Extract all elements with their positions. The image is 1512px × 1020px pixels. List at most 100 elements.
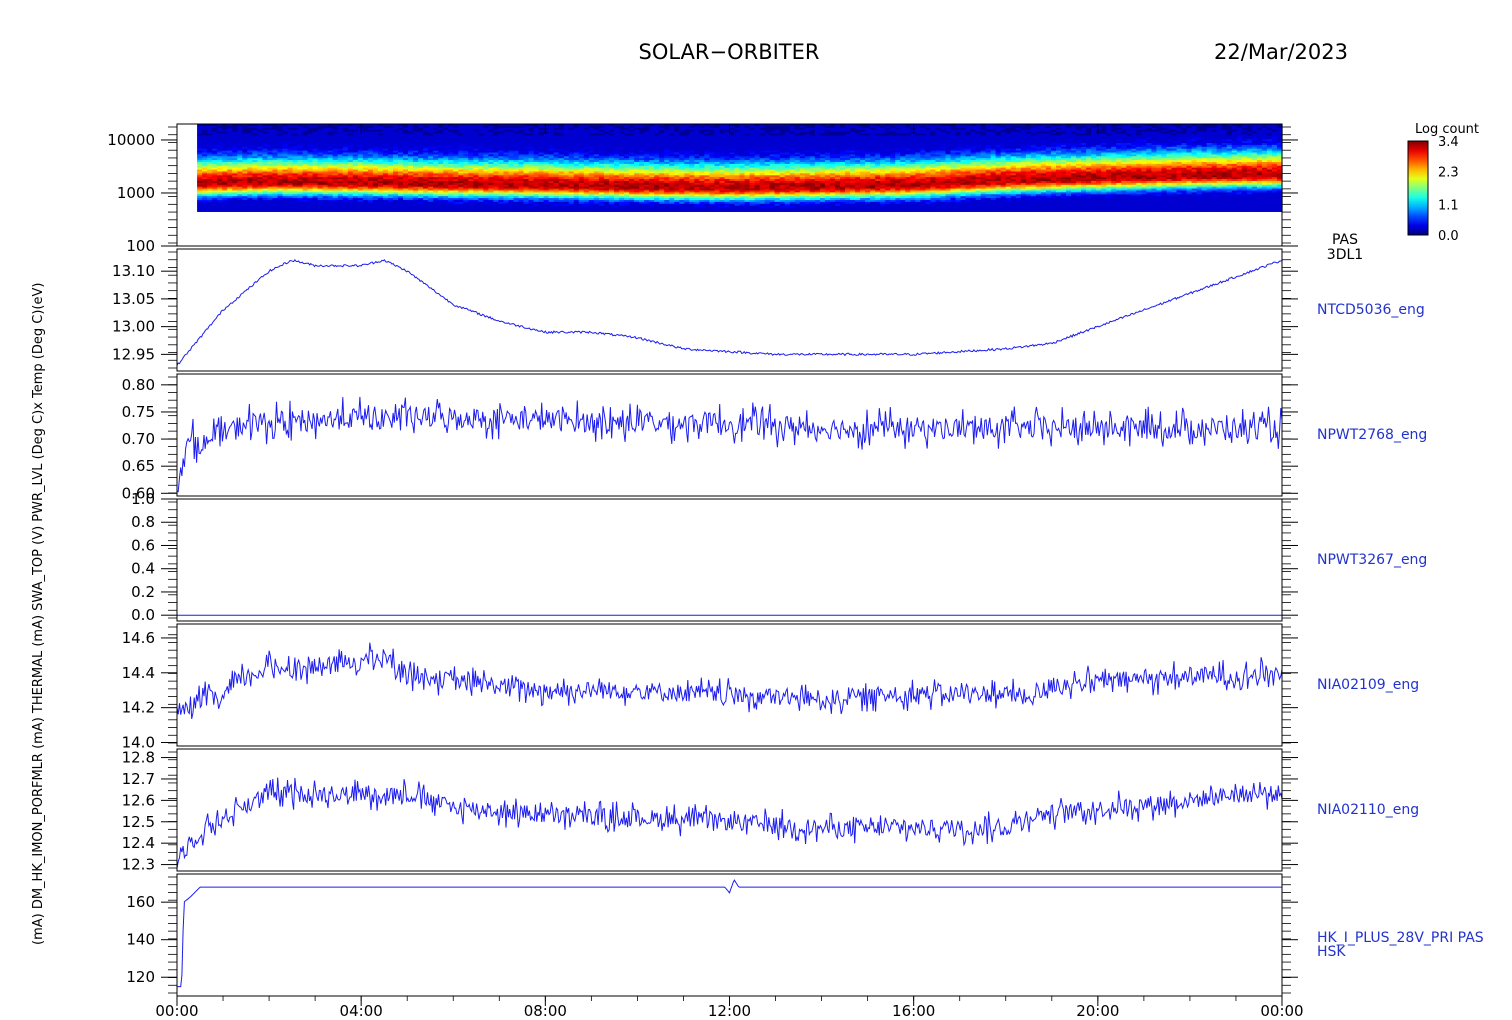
spectrogram-cell (257, 209, 263, 212)
spectrogram-cell (202, 209, 208, 212)
spectrogram-cell (312, 209, 319, 212)
colorbar-tick-label: 3.4 (1438, 135, 1459, 150)
spectrogram-cell (322, 209, 329, 212)
spectrogram-cell (699, 209, 705, 212)
spectrogram-cell (624, 209, 630, 212)
spectrogram-cell (387, 209, 394, 212)
spectrogram-cell (593, 209, 600, 212)
spectrogram-cell (207, 209, 213, 212)
spectrogram-cell (342, 209, 349, 212)
panel-spectrogram: 100001000100 PAS3DL1 (107, 123, 1363, 263)
panels: 100001000100 PAS3DL113.1013.0513.0012.95N… (107, 123, 1484, 997)
spectrogram-cell (428, 209, 434, 212)
spectrogram-cell (714, 209, 721, 212)
spectrogram-cell (613, 209, 620, 212)
spectrogram-cell (277, 209, 284, 212)
spectrogram-cell (629, 209, 635, 212)
spectrogram-cell (724, 209, 731, 212)
spectrogram-cell (438, 209, 444, 212)
spectrogram-cell (689, 209, 695, 212)
spectrogram-cell (659, 209, 665, 212)
spectrogram-cell (347, 209, 354, 212)
spectrogram-cell (332, 209, 339, 212)
spectrogram-cell (719, 209, 726, 212)
spectrogram-cell (367, 209, 374, 212)
spectrogram-cell (493, 209, 500, 212)
spectrogram-cell (292, 209, 299, 212)
spectrogram-cell (448, 209, 454, 212)
spectrogram-cell (538, 209, 545, 212)
spectrogram-cell (518, 209, 525, 212)
spectrogram-cell (598, 209, 605, 212)
spectrogram-cell (392, 209, 399, 212)
spectrogram-cell (588, 209, 595, 212)
spectrogram-cell (473, 209, 479, 212)
spectrogram-cell (709, 209, 716, 212)
spectrogram-cell (372, 209, 379, 212)
spectrogram-cell (212, 209, 218, 212)
spectrogram-cell (237, 209, 243, 212)
spectrogram-cell (423, 209, 429, 212)
spectrogram-cell (357, 209, 364, 212)
spectrogram-cell (458, 209, 464, 212)
spectrogram-cell (694, 209, 700, 212)
spectrogram-cell (398, 209, 404, 212)
spectrogram-cell (222, 209, 228, 212)
spectrogram-cell (413, 209, 419, 212)
spectrogram-cell (337, 209, 344, 212)
colorbar-gradient (1407, 140, 1429, 236)
left-axis-caption: (mA) DM_HK_IMON_PORFMLR (mA) THERMAL (mA… (31, 283, 46, 945)
spectrogram-cell (478, 209, 484, 212)
spectrogram-cell (272, 209, 279, 212)
spectrogram-cell (468, 209, 474, 212)
spectrogram-cell (418, 209, 424, 212)
spectrogram-cell (503, 209, 510, 212)
spectrogram-cell (498, 209, 505, 212)
spectrogram-cell (297, 209, 304, 212)
spectrogram-cell (583, 209, 590, 212)
spectrogram-cell (377, 209, 384, 212)
figure-title: SOLAR−ORBITER (638, 40, 819, 64)
spectrogram-cell (619, 209, 625, 212)
spectrogram-cell (232, 209, 238, 212)
spectrogram-cell (242, 209, 248, 212)
spectrogram-cell (603, 209, 610, 212)
spectrogram-cell (217, 209, 223, 212)
spectrogram-cell (443, 209, 449, 212)
spectrogram-cell (307, 209, 314, 212)
spectrogram-cell (684, 209, 690, 212)
spectrogram-cell (488, 209, 495, 212)
spectrogram-cell (252, 209, 258, 212)
spectrogram-cell (362, 209, 369, 212)
spectrogram-cell (558, 209, 565, 212)
spectrogram-cell (533, 209, 540, 212)
spectrogram-cell (528, 209, 535, 212)
spectrogram-cell (508, 209, 515, 212)
spectrogram-cell (463, 209, 469, 212)
spectrogram-cell (654, 209, 660, 212)
spectrogram-cell (352, 209, 359, 212)
colorbar-tick-label: 0.0 (1438, 229, 1459, 244)
spectrogram-cell (262, 209, 269, 212)
spectrogram-cell (327, 209, 334, 212)
figure-date: 22/Mar/2023 (1214, 40, 1348, 64)
spectrogram-cell (403, 209, 409, 212)
spectrogram-cell (227, 209, 233, 212)
spectrogram-cell (639, 209, 645, 212)
spectrogram-cell (553, 209, 560, 212)
spectrogram-cell (704, 209, 711, 212)
spectrogram-cell (608, 209, 615, 212)
spectrogram-cell (644, 209, 650, 212)
spectrogram-cell (634, 209, 640, 212)
spectrogram-cell (679, 209, 685, 212)
spectrogram-cell (282, 209, 289, 212)
spectrogram-cell (573, 209, 580, 212)
spectrogram-cell (433, 209, 439, 212)
spectrogram-cell (734, 209, 741, 212)
spectrogram-cell (543, 209, 550, 212)
spectrogram-cell (649, 209, 655, 212)
spectrogram-cell (267, 209, 274, 212)
spectrogram-cell (664, 209, 670, 212)
spectrogram-cell (568, 209, 575, 212)
spectrogram-cell (578, 209, 585, 212)
